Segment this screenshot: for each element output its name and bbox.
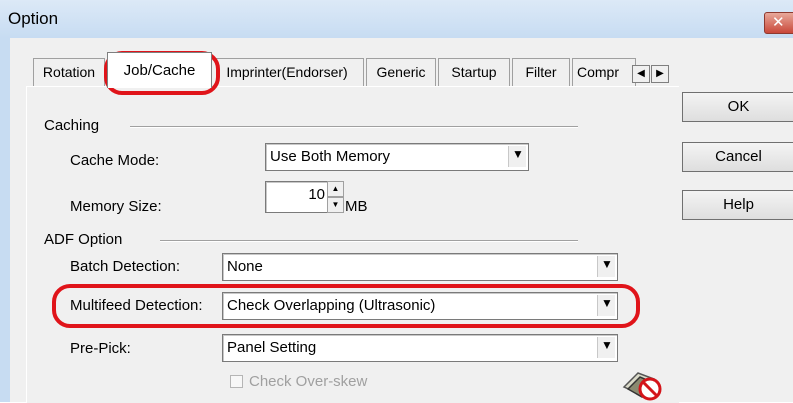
- memory-size-decrement-button[interactable]: ▼: [327, 197, 344, 213]
- pre-pick-dropdown[interactable]: Panel Setting ▼: [222, 334, 618, 362]
- pre-pick-dropdown-button[interactable]: ▼: [597, 337, 615, 358]
- pre-pick-value: Panel Setting: [227, 339, 317, 356]
- close-button[interactable]: ✕: [764, 12, 793, 34]
- tab-generic[interactable]: Generic: [366, 58, 436, 86]
- caching-group-label: Caching: [44, 117, 100, 134]
- multifeed-detection-highlight: [52, 284, 640, 328]
- memory-size-input[interactable]: 10: [265, 181, 330, 213]
- help-button[interactable]: Help: [682, 190, 793, 220]
- close-icon: ✕: [772, 13, 785, 31]
- tab-scroll-right-button[interactable]: ▶: [651, 65, 669, 83]
- tab-filter[interactable]: Filter: [512, 58, 570, 86]
- batch-detection-label: Batch Detection:: [70, 258, 181, 275]
- batch-detection-value: None: [227, 258, 263, 275]
- no-paper-icon: [622, 372, 662, 401]
- adf-option-group-divider: [160, 240, 578, 242]
- batch-detection-dropdown[interactable]: None ▼: [222, 253, 618, 281]
- memory-size-increment-button[interactable]: ▲: [327, 181, 344, 197]
- chevron-down-icon: ▼: [601, 338, 613, 352]
- window-frame: [0, 38, 10, 402]
- option-dialog: Option ✕ Rotation Job/Cache Imprinter(En…: [0, 0, 793, 403]
- window-title: Option: [8, 9, 59, 28]
- tab-rotation[interactable]: Rotation: [33, 58, 105, 86]
- cache-mode-label: Cache Mode:: [70, 152, 160, 169]
- cache-mode-dropdown[interactable]: Use Both Memory ▼: [265, 143, 529, 171]
- tab-startup[interactable]: Startup: [438, 58, 510, 86]
- caching-group-divider: [130, 126, 578, 128]
- cache-mode-dropdown-button[interactable]: ▼: [508, 146, 526, 167]
- arrow-left-icon: ◀: [637, 68, 645, 79]
- memory-size-unit: MB: [345, 198, 368, 215]
- ok-button[interactable]: OK: [682, 92, 793, 122]
- adf-option-group-label: ADF Option: [44, 231, 123, 248]
- arrow-up-icon: ▲: [331, 184, 340, 193]
- batch-detection-dropdown-button[interactable]: ▼: [597, 256, 615, 277]
- chevron-down-icon: ▼: [512, 147, 524, 161]
- memory-size-value: 10: [308, 186, 325, 203]
- arrow-right-icon: ▶: [656, 68, 664, 79]
- tab-compression[interactable]: Compr: [572, 58, 636, 86]
- check-overskew-checkbox[interactable]: [230, 375, 243, 388]
- memory-size-label: Memory Size:: [70, 198, 162, 215]
- tab-imprinter-endorser[interactable]: Imprinter(Endorser): [210, 58, 364, 86]
- title-bar[interactable]: Option ✕: [0, 0, 793, 39]
- check-overskew-label: Check Over-skew: [249, 373, 368, 390]
- pre-pick-label: Pre-Pick:: [70, 340, 131, 357]
- chevron-down-icon: ▼: [601, 257, 613, 271]
- arrow-down-icon: ▼: [331, 200, 340, 209]
- cancel-button[interactable]: Cancel: [682, 142, 793, 172]
- tab-job-cache[interactable]: Job/Cache: [107, 52, 212, 88]
- cache-mode-value: Use Both Memory: [270, 148, 391, 165]
- tab-scroll-left-button[interactable]: ◀: [632, 65, 650, 83]
